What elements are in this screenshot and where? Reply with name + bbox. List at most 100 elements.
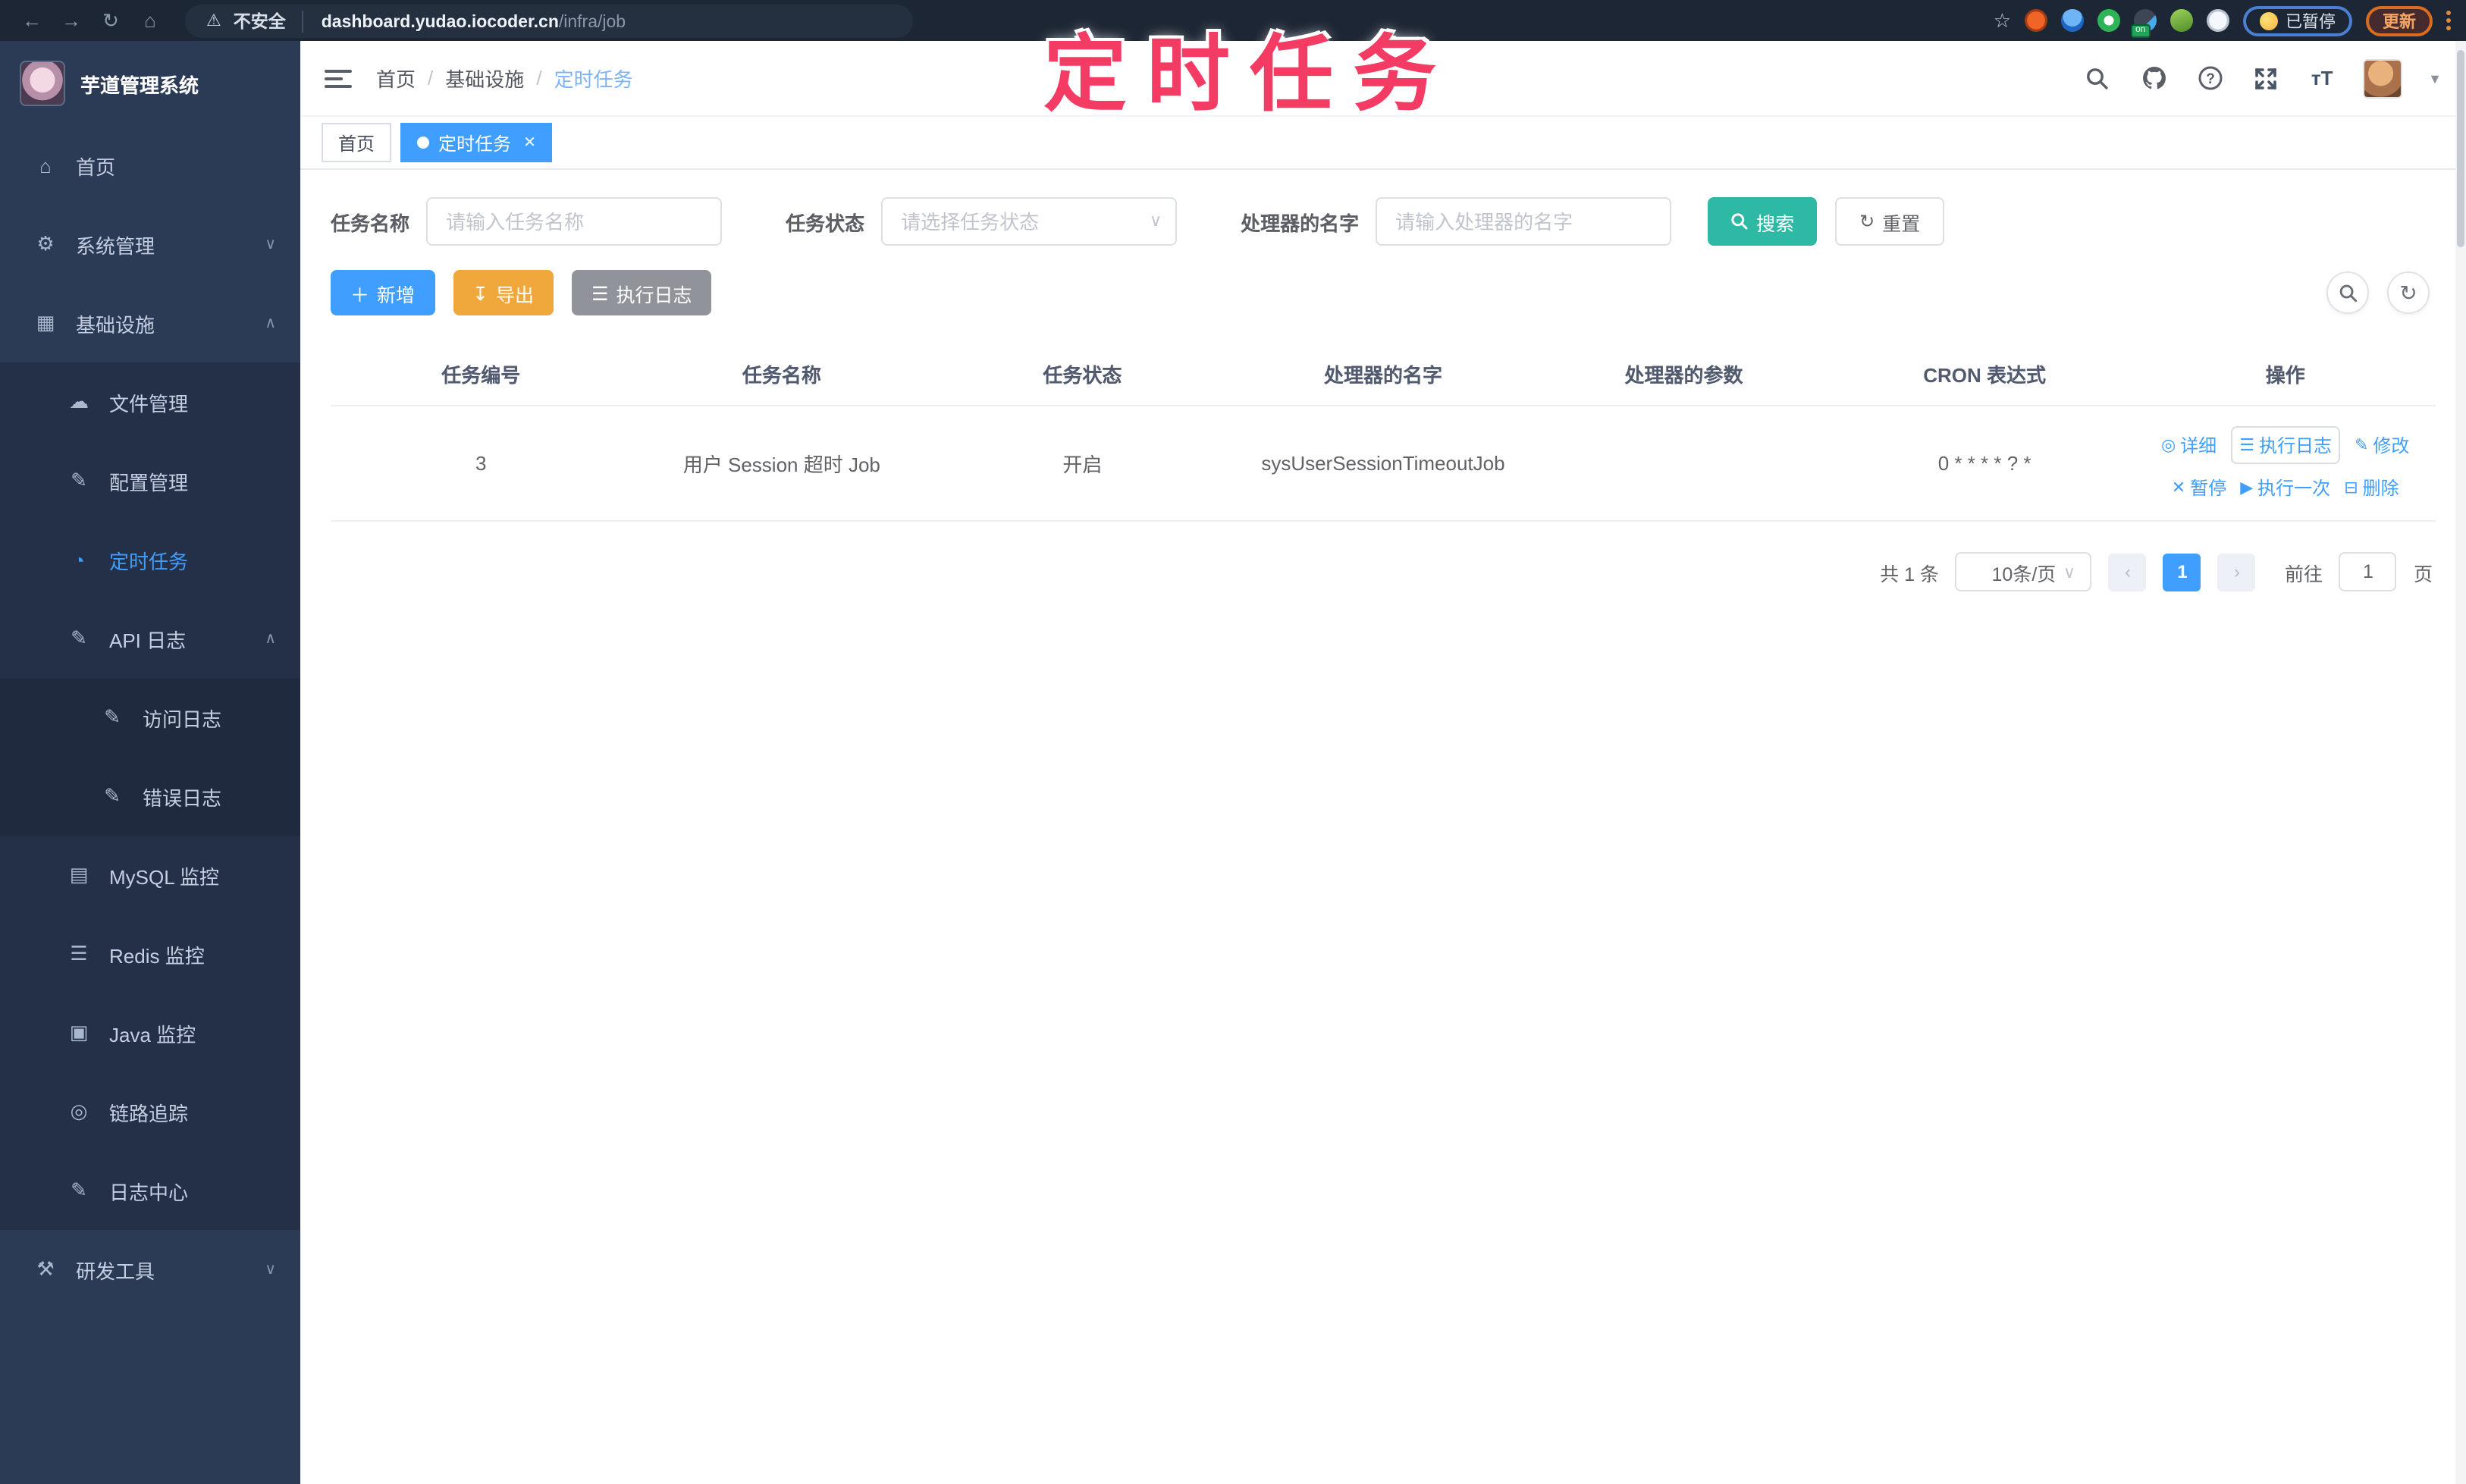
sidebar-item-job[interactable]: ◔ 定时任务 <box>0 520 300 599</box>
ext-leaf-icon[interactable] <box>2170 9 2193 32</box>
sidebar-logo-row[interactable]: 芋道管理系统 <box>0 41 300 126</box>
goto-page-input[interactable] <box>2339 552 2397 591</box>
sidebar-item-dev-tools[interactable]: ⚒ 研发工具 ∨ <box>0 1230 300 1309</box>
ext-orange-icon[interactable] <box>2025 9 2047 32</box>
trace-eye-icon: ◎ <box>70 1100 88 1122</box>
toggle-search-button[interactable] <box>2326 271 2369 314</box>
page-scrollbar[interactable] <box>2455 41 2466 1484</box>
sidebar-item-access-log[interactable]: ✎ 访问日志 <box>0 678 300 757</box>
error-log-icon: ✎ <box>104 784 121 807</box>
column-header: 操作 <box>2265 364 2305 387</box>
ext-grid-icon[interactable]: on <box>2131 9 2157 38</box>
column-header: CRON 表达式 <box>1923 364 2046 387</box>
close-icon[interactable]: ✕ <box>523 134 536 151</box>
goto-label: 前往 <box>2284 563 2323 585</box>
export-button[interactable]: ↧ 导出 <box>453 270 554 315</box>
scrollbar-thumb[interactable] <box>2457 50 2464 247</box>
sidebar-item-label: 系统管理 <box>76 234 155 257</box>
task-status-select[interactable]: ∨ <box>881 197 1178 246</box>
sidebar-item-redis[interactable]: ☰ Redis 监控 <box>0 915 300 993</box>
bookmark-star-icon[interactable]: ☆ <box>1994 8 2011 33</box>
back-icon[interactable]: ← <box>15 4 49 37</box>
forward-icon[interactable]: → <box>55 4 88 37</box>
sidebar-item-file[interactable]: ☁ 文件管理 <box>0 362 300 441</box>
search-button[interactable]: 搜索 <box>1708 197 1818 246</box>
column-header: 处理器的名字 <box>1323 364 1442 387</box>
action-pause[interactable]: ✕ 暂停 <box>2172 475 2226 500</box>
home-icon[interactable]: ⌂ <box>133 4 167 37</box>
action-edit[interactable]: ✎ 修改 <box>2355 432 2409 458</box>
grid-icon: ▦ <box>36 311 55 334</box>
filter-name-label: 任务名称 <box>331 212 410 234</box>
sidebar-item-trace[interactable]: ◎ 链路追踪 <box>0 1072 300 1151</box>
sidebar-item-error-log[interactable]: ✎ 错误日志 <box>0 757 300 836</box>
breadcrumb-infra[interactable]: 基础设施 <box>445 64 524 93</box>
url-host: dashboard.yudao.iocoder.cn <box>321 13 559 31</box>
address-separator: │ <box>297 10 309 31</box>
font-size-icon[interactable]: ᴛT <box>2307 63 2337 93</box>
filter-form: 任务名称 任务状态 ∨ 处理器的名字 搜索 ↻ 重置 <box>331 197 2436 246</box>
ext-green-icon[interactable] <box>2097 9 2120 32</box>
column-header: 任务状态 <box>1043 364 1122 387</box>
tag-current[interactable]: 定时任务 ✕ <box>400 123 553 162</box>
tag-label: 首页 <box>338 133 375 154</box>
action-detail-eye[interactable]: ◎ 详细 <box>2161 432 2217 458</box>
address-bar[interactable]: ⚠ 不安全 │ dashboard.yudao.iocoder.cn/infra… <box>185 4 913 37</box>
url-path: /infra/job <box>558 13 626 31</box>
sidebar-item-config[interactable]: ✎ 配置管理 <box>0 441 300 520</box>
sidebar-item-system[interactable]: ⚙ 系统管理 ∨ <box>0 205 300 284</box>
main-content: 任务名称 任务状态 ∨ 处理器的名字 搜索 ↻ 重置 ＋ 新增 <box>300 170 2466 1484</box>
sidebar-item-label: Java 监控 <box>109 1023 196 1046</box>
action-label: 暂停 <box>2190 478 2227 499</box>
sidebar-item-home[interactable]: ⌂ 首页 <box>0 126 300 205</box>
cell-job-status: 开启 <box>1062 453 1103 476</box>
task-name-input[interactable] <box>426 197 723 246</box>
ext-ghost-icon[interactable] <box>2207 9 2229 32</box>
sidebar-item-log-center[interactable]: ✎ 日志中心 <box>0 1151 300 1230</box>
caret-down-icon[interactable]: ▼ <box>2428 71 2442 86</box>
sidebar-item-api-log[interactable]: ✎ API 日志 ∧ <box>0 599 300 678</box>
action-delete[interactable]: ⊟ 删除 <box>2344 475 2399 500</box>
pagination: 共 1 条 10条/页 ∨ ‹ 1 › 前往 页 <box>331 552 2436 591</box>
menu-kebab-icon[interactable] <box>2446 11 2451 30</box>
paused-badge[interactable]: 已暂停 <box>2243 5 2352 36</box>
page-1-button[interactable]: 1 <box>2163 553 2201 591</box>
add-button[interactable]: ＋ 新增 <box>331 270 435 315</box>
chevron-up-icon: ∧ <box>265 630 276 647</box>
next-page-button[interactable]: › <box>2217 553 2256 591</box>
cell-actions: ◎ 详细 ☰ 执行日志 ✎ 修改 ✕ 暂停 ▶ 执行一次 ⊟ 删除 <box>2135 426 2436 500</box>
column-header: 处理器的参数 <box>1624 364 1743 387</box>
breadcrumb-home[interactable]: 首页 <box>376 64 416 93</box>
handler-name-input[interactable] <box>1376 197 1672 246</box>
gear-icon: ⚙ <box>36 232 55 255</box>
sidebar-item-java[interactable]: ▣ Java 监控 <box>0 993 300 1072</box>
help-icon[interactable]: ? <box>2195 63 2225 93</box>
action-exec-log[interactable]: ☰ 执行日志 <box>2230 426 2341 464</box>
exec-log-button[interactable]: ☰ 执行日志 <box>572 270 712 315</box>
reset-button[interactable]: ↻ 重置 <box>1835 197 1945 246</box>
sidebar-item-infra[interactable]: ▦ 基础设施 ∧ <box>0 284 300 362</box>
prev-page-button[interactable]: ‹ <box>2108 553 2147 591</box>
sidebar-item-mysql[interactable]: ▤ MySQL 监控 <box>0 836 300 915</box>
browser-extensions: ☆ on 已暂停 更新 <box>1994 5 2451 38</box>
action-run-once[interactable]: ▶ 执行一次 <box>2240 475 2330 500</box>
chevron-up-icon: ∧ <box>265 315 276 331</box>
fullscreen-icon[interactable] <box>2251 63 2281 93</box>
update-button[interactable]: 更新 <box>2366 5 2433 36</box>
search-icon[interactable] <box>2082 63 2113 93</box>
page-size-select[interactable]: 10条/页 ∨ <box>1955 552 2092 591</box>
tag-home[interactable]: 首页 <box>322 123 392 162</box>
edit-icon: ✎ <box>2354 437 2369 455</box>
total-count: 共 1 条 <box>1880 563 1939 585</box>
timer-icon: ◔ <box>73 548 85 571</box>
cell-job-name: 用户 Session 超时 Job <box>682 453 880 476</box>
sidebar-toggle-icon[interactable] <box>325 69 352 87</box>
github-icon[interactable] <box>2138 63 2169 93</box>
emoji-icon <box>2260 11 2278 30</box>
access-log-icon: ✎ <box>104 705 121 728</box>
reload-icon[interactable]: ↻ <box>94 4 127 37</box>
sidebar-item-label: 研发工具 <box>76 1260 155 1282</box>
refresh-table-button[interactable]: ↻ <box>2387 271 2430 314</box>
avatar[interactable] <box>2363 58 2403 98</box>
ext-blue-icon[interactable] <box>2061 9 2084 32</box>
